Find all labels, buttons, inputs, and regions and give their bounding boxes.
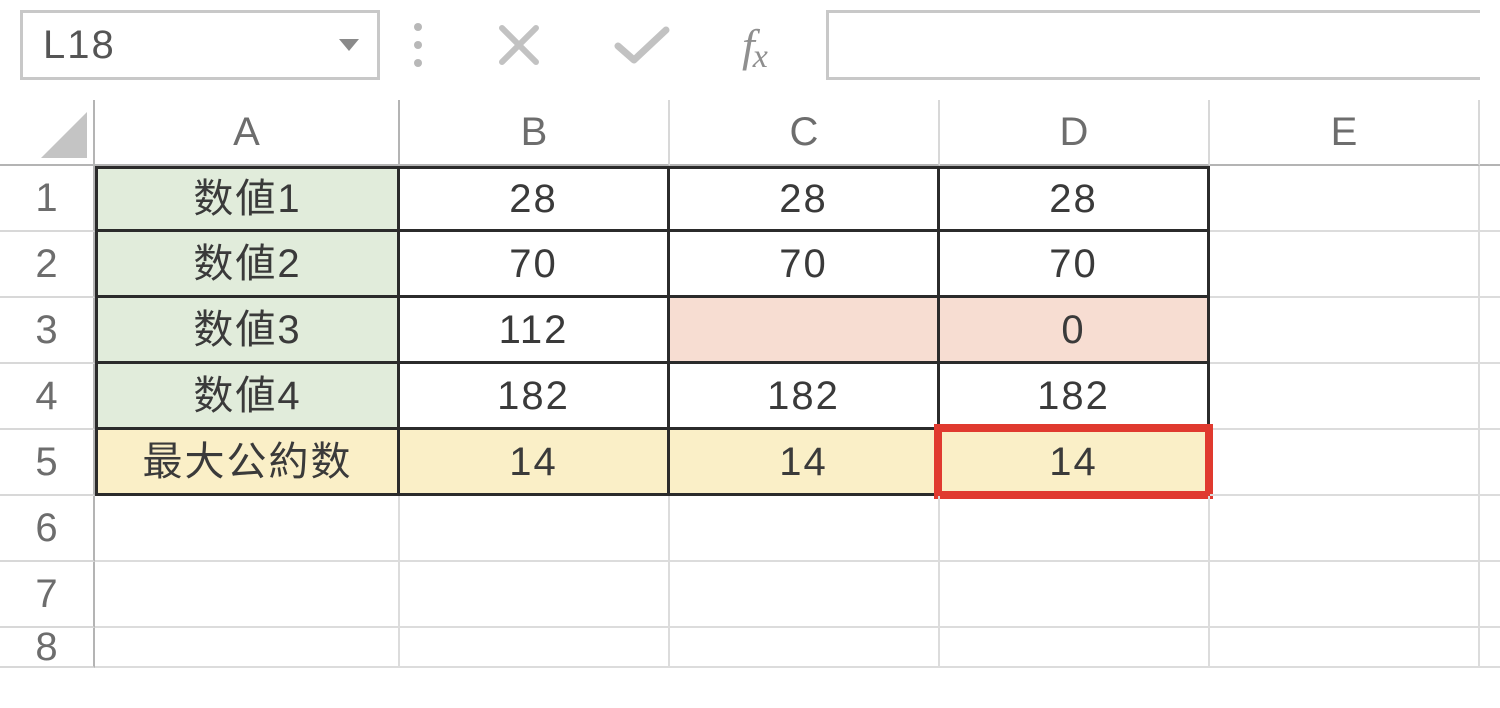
cell-E4[interactable] (1210, 364, 1480, 430)
row-header-3[interactable]: 3 (0, 298, 95, 364)
cell-F8[interactable] (1480, 628, 1500, 668)
cell-D5-value: 14 (1049, 442, 1098, 482)
row-header-5[interactable]: 5 (0, 430, 95, 496)
cell-B3[interactable]: 112 (400, 298, 670, 364)
cell-E3[interactable] (1210, 298, 1480, 364)
cell-A1[interactable]: 数値1 (95, 166, 400, 232)
cell-E5[interactable] (1210, 430, 1480, 496)
col-header-E[interactable]: E (1210, 100, 1480, 166)
cell-reference: L18 (43, 23, 116, 68)
row-header-1[interactable]: 1 (0, 166, 95, 232)
cell-D7[interactable] (940, 562, 1210, 628)
cell-D5[interactable]: 14 (940, 430, 1210, 496)
cell-D3[interactable]: 0 (940, 298, 1210, 364)
row-header-8[interactable]: 8 (0, 628, 95, 668)
name-box-dropdown-icon[interactable] (339, 39, 359, 51)
col-header-D[interactable]: D (940, 100, 1210, 166)
cell-A2[interactable]: 数値2 (95, 232, 400, 298)
cell-A5[interactable]: 最大公約数 (95, 430, 400, 496)
col-header-blank (1480, 100, 1500, 166)
formula-input[interactable] (826, 10, 1480, 80)
cell-E2[interactable] (1210, 232, 1480, 298)
cell-F2[interactable] (1480, 232, 1500, 298)
insert-function-icon[interactable]: fx (742, 19, 766, 72)
cell-E8[interactable] (1210, 628, 1480, 668)
cell-E7[interactable] (1210, 562, 1480, 628)
cell-A7[interactable] (95, 562, 400, 628)
formula-bar-handle-icon (410, 23, 426, 67)
cell-A4[interactable]: 数値4 (95, 364, 400, 430)
confirm-icon[interactable] (612, 22, 672, 68)
cell-B6[interactable] (400, 496, 670, 562)
cell-F4[interactable] (1480, 364, 1500, 430)
spreadsheet-grid: A B C D E 1 数値1 28 28 28 2 数値2 70 70 70 … (0, 100, 1500, 694)
cell-C4[interactable]: 182 (670, 364, 940, 430)
cell-A3[interactable]: 数値3 (95, 298, 400, 364)
cell-A6[interactable] (95, 496, 400, 562)
cell-D8[interactable] (940, 628, 1210, 668)
cell-E1[interactable] (1210, 166, 1480, 232)
col-header-B[interactable]: B (400, 100, 670, 166)
cell-D2[interactable]: 70 (940, 232, 1210, 298)
cell-C6[interactable] (670, 496, 940, 562)
select-all-triangle[interactable] (0, 100, 95, 166)
cell-C7[interactable] (670, 562, 940, 628)
cell-B2[interactable]: 70 (400, 232, 670, 298)
formula-bar-buttons: fx (456, 19, 766, 72)
cell-D6[interactable] (940, 496, 1210, 562)
cell-C1[interactable]: 28 (670, 166, 940, 232)
cell-F1[interactable] (1480, 166, 1500, 232)
name-box[interactable]: L18 (20, 10, 380, 80)
row-header-6[interactable]: 6 (0, 496, 95, 562)
cell-F5[interactable] (1480, 430, 1500, 496)
cell-B4[interactable]: 182 (400, 364, 670, 430)
cell-B8[interactable] (400, 628, 670, 668)
row-header-4[interactable]: 4 (0, 364, 95, 430)
col-header-A[interactable]: A (95, 100, 400, 166)
cell-E6[interactable] (1210, 496, 1480, 562)
cell-B5[interactable]: 14 (400, 430, 670, 496)
cell-C8[interactable] (670, 628, 940, 668)
cell-D1[interactable]: 28 (940, 166, 1210, 232)
col-header-C[interactable]: C (670, 100, 940, 166)
cancel-icon[interactable] (496, 22, 542, 68)
cell-F7[interactable] (1480, 562, 1500, 628)
cell-D4[interactable]: 182 (940, 364, 1210, 430)
cell-F6[interactable] (1480, 496, 1500, 562)
row-header-7[interactable]: 7 (0, 562, 95, 628)
cell-C3[interactable] (670, 298, 940, 364)
cell-B7[interactable] (400, 562, 670, 628)
formula-bar: L18 fx (0, 0, 1500, 100)
row-header-2[interactable]: 2 (0, 232, 95, 298)
cell-C2[interactable]: 70 (670, 232, 940, 298)
cell-B1[interactable]: 28 (400, 166, 670, 232)
cell-C5[interactable]: 14 (670, 430, 940, 496)
cell-F3[interactable] (1480, 298, 1500, 364)
cell-A8[interactable] (95, 628, 400, 668)
